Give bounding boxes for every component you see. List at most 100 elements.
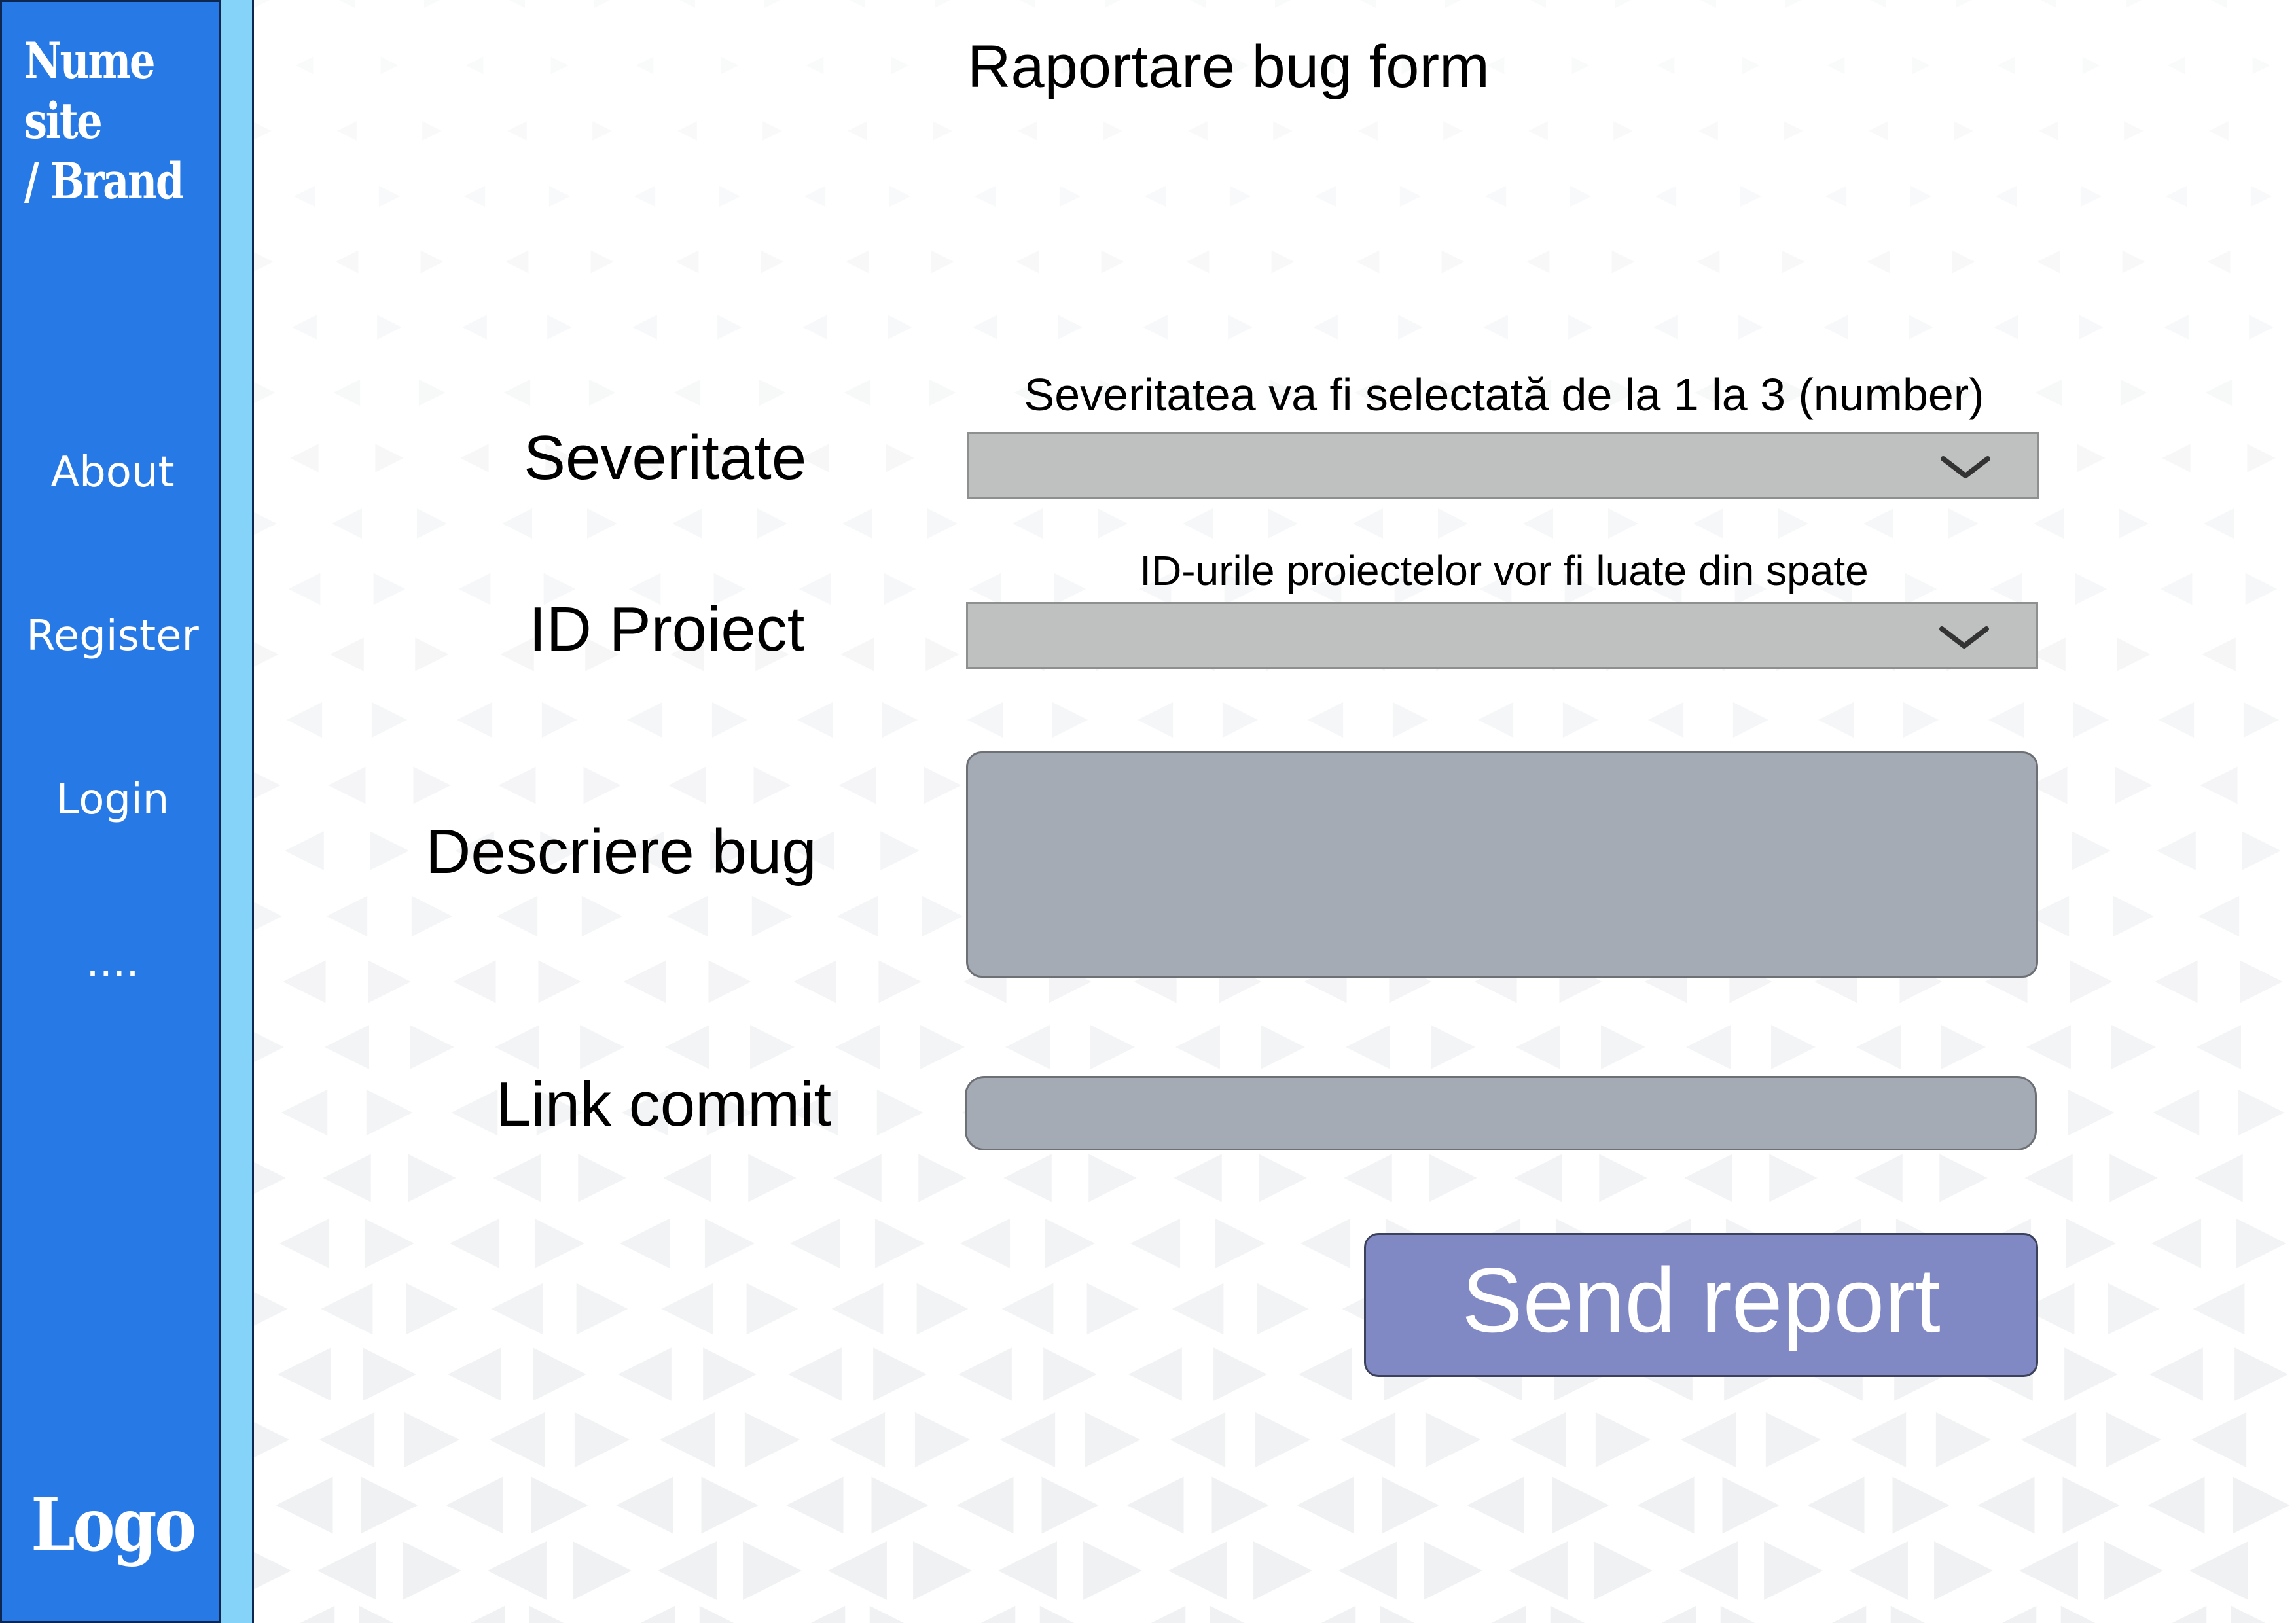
background-triangle [1611,250,1635,274]
background-triangle [2064,1347,2118,1401]
severity-select[interactable] [967,432,2039,499]
background-triangle [2001,1605,2037,1623]
background-triangle [828,1541,887,1600]
background-triangle [448,1347,501,1401]
background-triangle [1977,1476,2035,1534]
background-triangle [1615,0,1631,8]
background-triangle [1935,1412,1992,1468]
sidebar-item-more[interactable]: .... [2,938,223,986]
background-triangle [1210,1605,1245,1623]
background-triangle [679,0,695,8]
description-textarea[interactable] [966,751,2038,978]
background-triangle [2149,1347,2203,1401]
brand-name[interactable]: Nume site / Brand [24,31,185,211]
background-triangle [2082,56,2100,75]
background-triangle [319,1412,375,1468]
background-triangle [999,1412,1056,1468]
background-triangle [1172,1283,1224,1335]
background-triangle [2066,1218,2117,1269]
background-triangle [789,1218,840,1269]
background-triangle [2195,1154,2243,1202]
background-triangle [295,56,314,75]
background-triangle [840,637,874,671]
brand-line-1: Nume site [24,31,155,150]
background-triangle [1807,1476,1865,1534]
background-triangle [2204,508,2234,539]
commit-link-input[interactable] [965,1076,2037,1150]
background-triangle [793,960,836,1003]
logo[interactable]: Logo [18,1482,208,1568]
background-triangle [1562,702,1599,738]
sidebar-item-register[interactable]: Register [2,612,223,660]
background-triangle [2207,250,2231,274]
background-triangle [1571,56,1590,75]
sidebar-item-about[interactable]: About [2,448,223,497]
background-triangle [507,121,527,141]
background-triangle [2209,121,2229,141]
background-triangle [2202,637,2236,671]
background-triangle [2111,1025,2156,1069]
sidebar-item-login[interactable]: Login [2,776,223,824]
background-triangle [873,1347,927,1401]
background-triangle [364,1218,415,1269]
background-triangle [509,0,525,8]
background-triangle [411,895,453,937]
background-triangle [453,960,496,1003]
background-triangle [1720,1605,1755,1623]
background-triangle [1869,121,1888,141]
background-triangle [1514,1154,1562,1202]
project-id-hint: ID-urile proiectelor vor fi luate din sp… [1139,547,1869,594]
background-triangle [328,766,366,804]
background-triangle [2165,185,2187,207]
background-triangle [1997,56,2015,75]
background-triangle [2079,315,2104,340]
background-triangle [704,1218,755,1269]
background-triangle [1356,250,1380,274]
background-triangle [488,1541,547,1600]
background-triangle [283,960,326,1003]
background-triangle [363,1347,416,1401]
send-report-button[interactable]: Send report [1364,1233,2038,1377]
background-triangle [2120,379,2147,406]
background-triangle [2162,444,2191,473]
background-triangle [493,1154,541,1202]
background-triangle [1818,702,1854,738]
background-triangle [1954,121,1973,141]
background-triangle [541,702,578,738]
background-triangle [2020,1412,2077,1468]
background-triangle [2250,185,2272,207]
background-triangle [1438,508,1468,539]
background-triangle [1307,702,1344,738]
background-triangle [2034,508,2064,539]
background-triangle [1825,185,1847,207]
background-triangle [1477,702,1514,738]
background-triangle [931,250,954,274]
background-triangle [321,1283,373,1335]
background-triangle [2073,702,2109,738]
background-triangle [1058,315,1083,340]
background-triangle [456,702,493,738]
background-triangle [290,444,319,473]
background-triangle [1601,1025,1645,1069]
background-triangle [1016,250,1039,274]
background-triangle [1568,315,1593,340]
background-triangle [1599,1154,1647,1202]
background-triangle [658,1541,717,1600]
background-triangle [880,831,920,870]
background-triangle [2249,315,2274,340]
background-triangle [1827,56,1845,75]
background-triangle [451,1089,498,1136]
background-triangle [1213,1347,1267,1401]
background-triangle [1103,121,1122,141]
background-triangle [1782,250,1805,274]
chevron-down-icon [1941,456,1990,478]
background-triangle [1392,702,1429,738]
background-triangle [673,379,701,406]
project-id-select[interactable] [966,602,2038,669]
background-triangle [874,1218,925,1269]
background-triangle [1784,121,1803,141]
background-triangle [574,1412,630,1468]
background-triangle [675,250,699,274]
background-triangle [462,315,487,340]
background-triangle [1655,185,1677,207]
